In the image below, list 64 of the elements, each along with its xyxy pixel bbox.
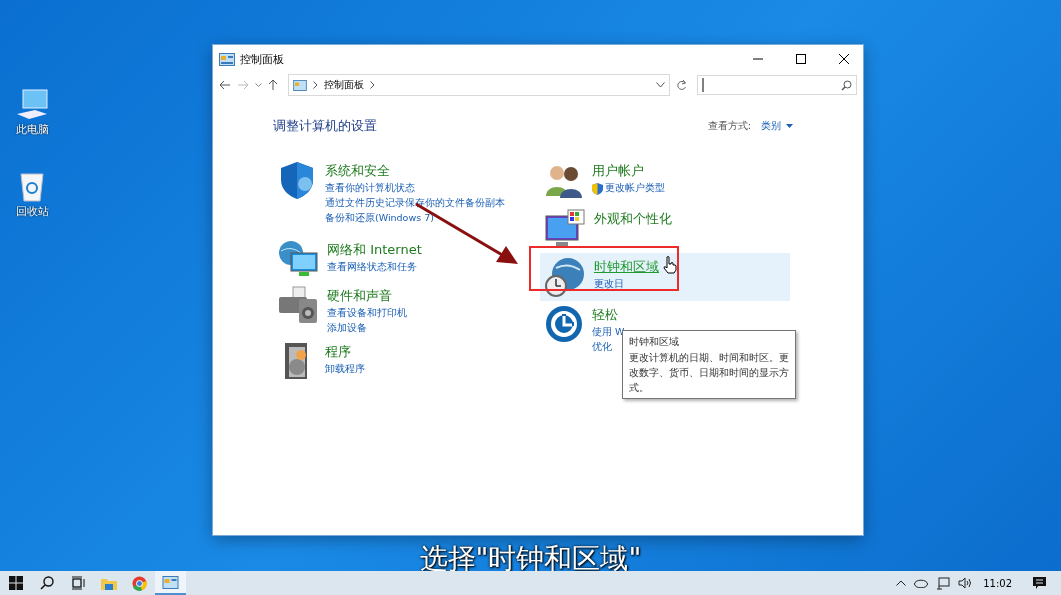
control-panel-icon[interactable] (155, 571, 186, 595)
desktop-icon-label: 回收站 (15, 204, 49, 219)
computer-icon[interactable] (15, 88, 49, 120)
category-link[interactable]: 系统和安全 (325, 162, 505, 180)
control-panel-icon (219, 52, 235, 66)
category-item[interactable]: 网络和 Internet 查看网络状态和任务 (273, 236, 540, 282)
task-link[interactable]: 查看网络状态和任务 (327, 261, 422, 274)
category-item[interactable]: 外观和个性化 (540, 205, 790, 253)
category-link[interactable]: 轻松 (592, 306, 625, 324)
up-button[interactable] (268, 79, 278, 91)
category-link[interactable]: 硬件和声音 (327, 287, 407, 305)
category-item[interactable]: 程序 卸载程序 (273, 338, 540, 384)
breadcrumb-item[interactable]: 控制面板 (324, 78, 364, 92)
ease-of-access-icon (544, 304, 584, 344)
search-icon (39, 576, 54, 590)
close-icon (839, 54, 849, 64)
chevron-down-icon[interactable] (656, 82, 665, 88)
desktop-icon-label: 此电脑 (15, 122, 49, 137)
task-link[interactable]: 查看设备和打印机 (327, 307, 407, 320)
chevron-up-icon[interactable] (896, 580, 907, 586)
category-item[interactable]: 时钟和区域 更改日 (540, 253, 790, 301)
view-by-label: 查看方式: (707, 119, 751, 133)
back-button[interactable] (219, 80, 231, 90)
globe-monitor-icon (277, 239, 319, 279)
text-cursor-icon (702, 78, 704, 92)
address-bar[interactable]: 控制面板 (288, 74, 670, 96)
clock-time[interactable]: 11:02 (983, 577, 1012, 589)
chevron-right-icon (313, 81, 318, 89)
category-link[interactable]: 用户帐户 (592, 162, 665, 180)
maximize-icon (796, 54, 806, 64)
cloud-icon[interactable] (914, 578, 929, 588)
task-view-icon (70, 576, 85, 590)
video-caption: 选择"时钟和区域" (419, 541, 642, 577)
category-link[interactable]: 外观和个性化 (594, 210, 672, 228)
search-field[interactable] (697, 75, 857, 95)
windows-logo-icon (8, 576, 23, 590)
tooltip-title: 时钟和区域 (629, 335, 680, 349)
globe-clock-icon (544, 256, 586, 298)
control-panel-icon (293, 79, 307, 91)
chevron-right-icon (370, 81, 375, 89)
refresh-button[interactable] (676, 79, 687, 91)
page-heading: 调整计算机的设置 (273, 117, 377, 135)
category-link[interactable]: 网络和 Internet (327, 241, 422, 259)
dropdown-arrow-icon (786, 124, 793, 128)
task-link[interactable]: 更改日 (594, 278, 659, 291)
category-item[interactable]: 硬件和声音 查看设备和打印机 添加设备 (273, 282, 540, 338)
search-icon (841, 79, 852, 91)
recent-locations-button[interactable] (255, 82, 262, 88)
window-title: 控制面板 (240, 51, 285, 67)
shield-icon (592, 182, 603, 195)
task-link[interactable]: 添加设备 (327, 322, 407, 335)
task-link[interactable]: 查看你的计算机状态 (325, 182, 505, 195)
hand-cursor-icon (663, 256, 677, 274)
task-link[interactable]: 更改帐户类型 (605, 182, 665, 195)
task-link[interactable]: 卸载程序 (325, 363, 365, 376)
network-icon[interactable] (936, 576, 951, 590)
task-link[interactable]: 备份和还原(Windows 7) (325, 212, 505, 225)
category-item[interactable]: 用户帐户 更改帐户类型 (540, 157, 790, 203)
view-by-dropdown[interactable]: 类别 (761, 119, 793, 133)
tooltip-text: 更改计算机的日期、时间和时区。更改数字、货币、日期和时间的显示方式。 (629, 352, 789, 393)
printer-speaker-icon (277, 285, 319, 325)
speaker-icon[interactable] (958, 577, 974, 589)
task-link[interactable]: 优化 (592, 341, 625, 354)
category-link[interactable]: 程序 (325, 343, 365, 361)
